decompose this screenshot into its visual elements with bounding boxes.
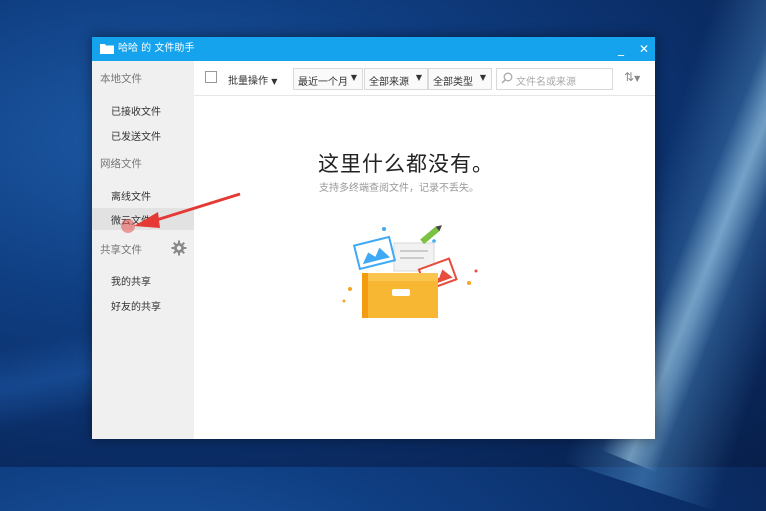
search-placeholder: 文件名或来源 xyxy=(516,77,576,88)
empty-state-title: 这里什么都没有。 xyxy=(318,152,494,176)
title-bar[interactable]: 哈哈 的 文件助手 _ ✕ xyxy=(92,37,655,61)
time-filter-value: 最近一个月 xyxy=(298,77,348,88)
source-filter-dropdown[interactable]: 全部来源 ▼ xyxy=(364,68,428,90)
type-filter-value: 全部类型 xyxy=(433,77,473,88)
caret-down-icon: ▼ xyxy=(350,73,357,82)
batch-operations-button[interactable]: 批量操作 ▼ xyxy=(228,72,277,87)
folder-icon xyxy=(100,44,114,54)
close-button[interactable]: ✕ xyxy=(635,40,653,58)
sidebar-item-label: 已发送文件 xyxy=(111,132,161,143)
sidebar-item-label: 已接收文件 xyxy=(111,107,161,118)
sidebar-item-label: 我的共享 xyxy=(111,277,151,288)
gear-icon[interactable] xyxy=(171,240,187,256)
sidebar-item-received[interactable]: 已接收文件 xyxy=(92,99,194,121)
toolbar: 批量操作 ▼ 最近一个月 ▼ 全部来源 ▼ 全部类型 ▼ 文件名或来源 ⇅▼ xyxy=(194,61,655,96)
sidebar-group-network[interactable]: 网络文件 xyxy=(100,156,142,171)
caret-down-icon: ▼ xyxy=(271,77,278,86)
main-content: 批量操作 ▼ 最近一个月 ▼ 全部来源 ▼ 全部类型 ▼ 文件名或来源 ⇅▼ 这… xyxy=(194,61,655,439)
empty-state-subtitle: 支持多终端查阅文件，记录不丢失。 xyxy=(319,183,479,194)
sort-icon[interactable]: ⇅▼ xyxy=(624,70,640,84)
caret-down-icon: ▼ xyxy=(415,73,422,82)
sidebar-item-friends-shares[interactable]: 好友的共享 xyxy=(92,294,194,316)
time-filter-dropdown[interactable]: 最近一个月 ▼ xyxy=(293,68,363,90)
minimize-button[interactable]: _ xyxy=(612,40,630,58)
sidebar-group-local[interactable]: 本地文件 xyxy=(100,71,142,86)
sidebar-group-shared[interactable]: 共享文件 xyxy=(100,242,142,257)
search-icon xyxy=(501,72,513,84)
window-title: 哈哈 的 文件助手 xyxy=(118,43,195,54)
batch-operations-label: 批量操作 xyxy=(228,76,268,87)
sidebar-item-sent[interactable]: 已发送文件 xyxy=(92,124,194,146)
source-filter-value: 全部来源 xyxy=(369,77,409,88)
select-all-checkbox[interactable] xyxy=(205,71,217,83)
type-filter-dropdown[interactable]: 全部类型 ▼ xyxy=(428,68,492,90)
file-assistant-window: 哈哈 的 文件助手 _ ✕ 本地文件 已接收文件 已发送文件 网络文件 离线文件… xyxy=(92,37,655,439)
annotation-arrow-icon xyxy=(134,192,241,228)
caret-down-icon: ▼ xyxy=(479,73,486,82)
sidebar-item-label: 好友的共享 xyxy=(111,302,161,313)
sidebar-item-my-shares[interactable]: 我的共享 xyxy=(92,269,194,291)
empty-folder-illustration xyxy=(342,225,478,318)
search-input[interactable]: 文件名或来源 xyxy=(496,68,613,90)
sidebar: 本地文件 已接收文件 已发送文件 网络文件 离线文件 微云文件 共享文件 xyxy=(92,61,194,439)
